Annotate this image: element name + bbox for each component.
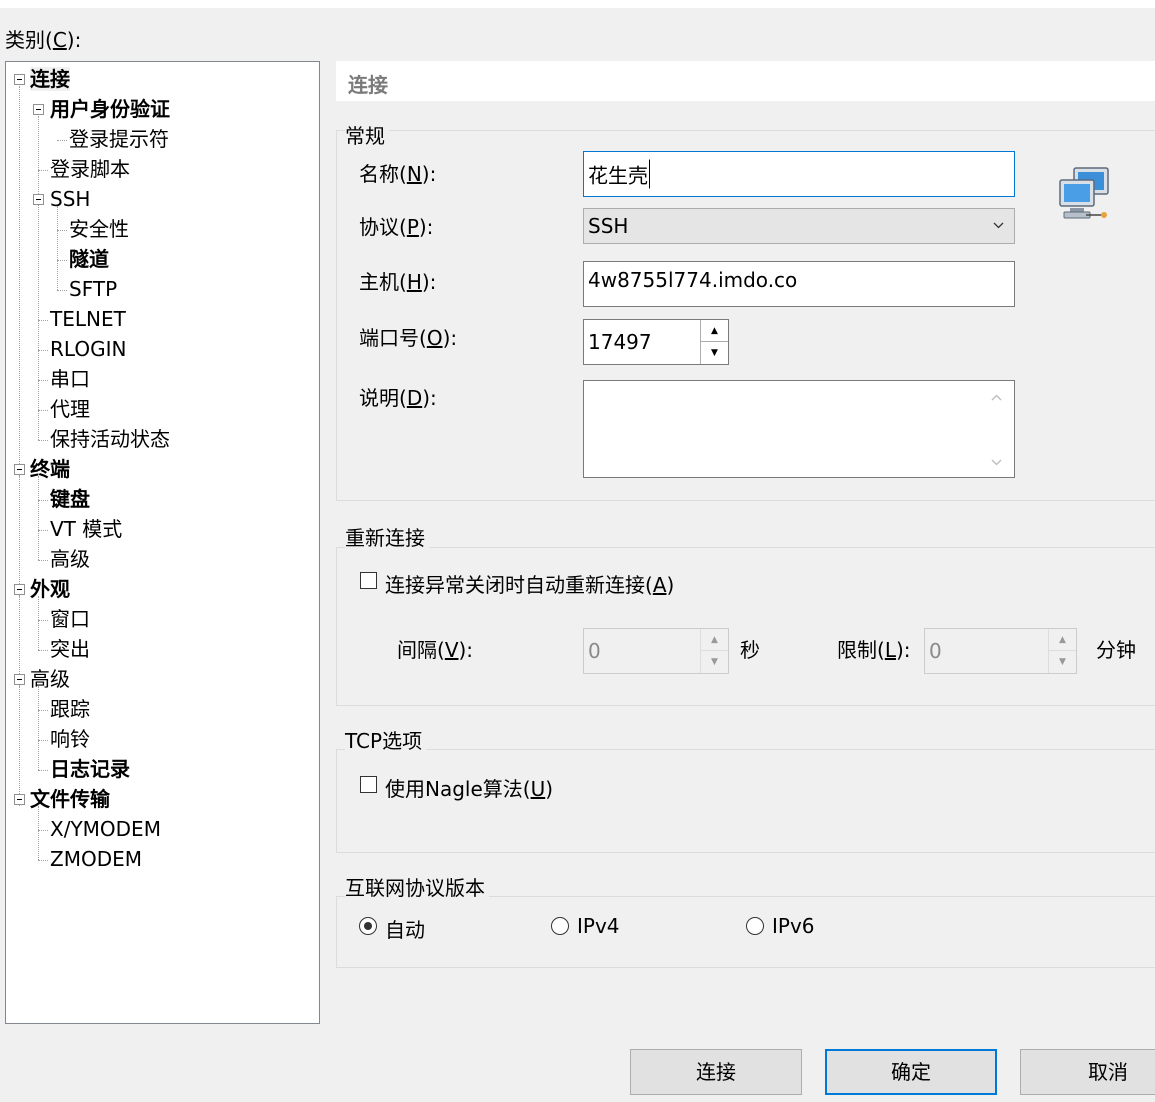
panel-title: 连接 xyxy=(348,73,388,97)
auto-reconnect-label[interactable]: 连接异常关闭时自动重新连接(A) xyxy=(385,569,674,598)
tree-item-rlogin[interactable]: RLOGIN xyxy=(50,337,126,361)
name-input[interactable]: 花生壳 xyxy=(583,151,1015,197)
top-strip xyxy=(0,0,1155,8)
tree-item-file-transfer[interactable]: 文件传输 xyxy=(30,787,110,811)
host-input[interactable]: 4w8755l774.imdo.co xyxy=(583,261,1015,307)
limit-input[interactable]: 0 ▲ ▼ xyxy=(924,628,1077,674)
expander-terminal[interactable] xyxy=(14,464,25,475)
cancel-button[interactable]: 取消 xyxy=(1020,1049,1155,1095)
nagle-checkbox[interactable] xyxy=(360,776,377,793)
tree-item-terminal-advanced[interactable]: 高级 xyxy=(50,547,90,571)
tree-item-security[interactable]: 安全性 xyxy=(69,217,129,241)
limit-label: 限制(L): xyxy=(837,638,911,662)
expander-connection[interactable] xyxy=(14,74,25,85)
tree-item-keyboard[interactable]: 键盘 xyxy=(50,487,90,511)
tree-item-tunnel[interactable]: 隧道 xyxy=(69,247,109,271)
ipv6-radio[interactable] xyxy=(746,917,764,935)
ipv4-radio[interactable] xyxy=(551,917,569,935)
tree-item-keepalive[interactable]: 保持活动状态 xyxy=(50,427,170,451)
tree-item-auth[interactable]: 用户身份验证 xyxy=(50,97,170,121)
tcp-group-title: TCP选项 xyxy=(345,725,427,754)
tree-item-connection[interactable]: 连接 xyxy=(30,67,70,91)
tree-item-terminal[interactable]: 终端 xyxy=(30,457,70,481)
desc-textarea[interactable] xyxy=(583,380,1015,478)
tree-item-bell[interactable]: 响铃 xyxy=(50,727,90,751)
nagle-label[interactable]: 使用Nagle算法(U) xyxy=(385,773,553,802)
auto-reconnect-checkbox[interactable] xyxy=(360,572,377,589)
tree-item-xymodem[interactable]: X/YMODEM xyxy=(50,817,161,841)
down-arrow-icon[interactable]: ▼ xyxy=(1049,651,1076,673)
scroll-up-icon[interactable] xyxy=(991,394,1002,401)
tree-item-login-prompt[interactable]: 登录提示符 xyxy=(69,127,169,151)
network-computer-icon xyxy=(1059,167,1109,219)
tree-item-serial[interactable]: 串口 xyxy=(50,367,90,391)
tree-item-login-script[interactable]: 登录脚本 xyxy=(50,157,130,181)
interval-spinner[interactable]: ▲ ▼ xyxy=(700,629,728,673)
expander-file-transfer[interactable] xyxy=(14,794,25,805)
tree-item-logging[interactable]: 日志记录 xyxy=(50,757,130,781)
tree-item-proxy[interactable]: 代理 xyxy=(50,397,90,421)
general-group-title: 常规 xyxy=(345,120,389,149)
expander-ssh[interactable] xyxy=(33,194,44,205)
tree-item-trace[interactable]: 跟踪 xyxy=(50,697,90,721)
tree-item-sftp[interactable]: SFTP xyxy=(69,277,117,301)
connect-button[interactable]: 连接 xyxy=(630,1049,802,1095)
chevron-down-icon xyxy=(993,222,1004,229)
ipv4-label[interactable]: IPv4 xyxy=(577,914,620,938)
ok-button[interactable]: 确定 xyxy=(825,1049,997,1095)
up-arrow-icon[interactable]: ▲ xyxy=(701,629,728,651)
port-spinner[interactable]: ▲ ▼ xyxy=(700,320,728,364)
ip-version-group xyxy=(336,896,1155,968)
limit-unit: 分钟 xyxy=(1096,638,1136,662)
ip-version-group-title: 互联网协议版本 xyxy=(345,872,489,901)
category-tree[interactable]: 连接 用户身份验证 登录提示符 登录脚本 SSH 安全性 隧道 SFTP TEL… xyxy=(5,61,320,1024)
up-arrow-icon[interactable]: ▲ xyxy=(701,320,728,342)
down-arrow-icon[interactable]: ▼ xyxy=(701,342,728,364)
protocol-label: 协议(P): xyxy=(359,215,434,239)
interval-input[interactable]: 0 ▲ ▼ xyxy=(583,628,729,674)
expander-appearance[interactable] xyxy=(14,584,25,595)
protocol-select[interactable]: SSH xyxy=(583,208,1015,244)
down-arrow-icon[interactable]: ▼ xyxy=(701,651,728,673)
port-input[interactable]: 17497 ▲ ▼ xyxy=(583,319,729,365)
tree-item-vt-mode[interactable]: VT 模式 xyxy=(50,517,122,541)
panel-title-bar xyxy=(336,61,1155,101)
tree-item-zmodem[interactable]: ZMODEM xyxy=(50,847,142,871)
ip-auto-radio[interactable] xyxy=(359,917,377,935)
ipv6-label[interactable]: IPv6 xyxy=(772,914,815,938)
interval-label: 间隔(V): xyxy=(397,638,474,662)
expander-advanced[interactable] xyxy=(14,674,25,685)
desc-label: 说明(D): xyxy=(359,386,437,410)
tree-item-appearance[interactable]: 外观 xyxy=(30,577,70,601)
ip-auto-label[interactable]: 自动 xyxy=(385,914,425,943)
scroll-down-icon[interactable] xyxy=(991,459,1002,466)
port-label: 端口号(O): xyxy=(359,326,458,350)
tree-item-window[interactable]: 窗口 xyxy=(50,607,90,631)
up-arrow-icon[interactable]: ▲ xyxy=(1049,629,1076,651)
reconnect-group-title: 重新连接 xyxy=(345,522,429,551)
host-label: 主机(H): xyxy=(359,270,437,294)
tree-item-highlight[interactable]: 突出 xyxy=(50,637,90,661)
category-label: 类别(C): xyxy=(5,28,82,52)
tree-item-ssh[interactable]: SSH xyxy=(50,187,90,211)
expander-auth[interactable] xyxy=(33,104,44,115)
name-label: 名称(N): xyxy=(359,162,437,186)
limit-spinner[interactable]: ▲ ▼ xyxy=(1048,629,1076,673)
tree-item-telnet[interactable]: TELNET xyxy=(50,307,126,331)
tree-item-advanced[interactable]: 高级 xyxy=(30,667,70,691)
interval-unit: 秒 xyxy=(740,638,760,662)
